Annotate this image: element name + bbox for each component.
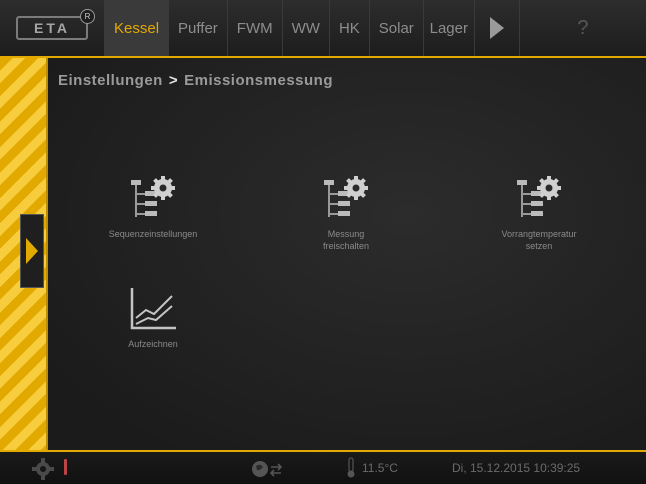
tile-enable-measurement[interactable]: Messung freischalten bbox=[271, 174, 421, 252]
app-screen: ETA R Kessel Puffer FWM WW HK Solar Lage… bbox=[0, 0, 646, 484]
tile-recording[interactable]: Aufzeichnen bbox=[78, 286, 228, 350]
tab-ww[interactable]: WW bbox=[281, 0, 329, 56]
alert-indicator bbox=[64, 459, 67, 475]
breadcrumb: Einstellungen > Emissionsmessung bbox=[58, 72, 333, 89]
outdoor-temperature: 11.5°C bbox=[362, 461, 398, 475]
gear-icon[interactable] bbox=[32, 458, 54, 483]
thermometer-icon bbox=[346, 457, 356, 482]
logo-text: ETA bbox=[34, 20, 70, 36]
breadcrumb-parent[interactable]: Einstellungen bbox=[58, 72, 163, 89]
logo-box: ETA R bbox=[16, 9, 95, 40]
settings-tree-icon bbox=[322, 174, 370, 222]
tab-fwm[interactable]: FWM bbox=[226, 0, 282, 56]
breadcrumb-current: Emissionsmessung bbox=[184, 72, 333, 89]
tile-label: Aufzeichnen bbox=[128, 339, 178, 349]
side-panel-toggle[interactable] bbox=[20, 214, 44, 288]
arrow-right-icon bbox=[26, 238, 38, 264]
tile-priority-temperature[interactable]: Vorrangtemperatur setzen bbox=[464, 174, 614, 252]
tab-lager[interactable]: Lager bbox=[422, 0, 474, 56]
network-globe-icon[interactable] bbox=[250, 458, 284, 483]
eta-logo[interactable]: ETA R bbox=[0, 0, 104, 56]
settings-tree-icon bbox=[129, 174, 177, 222]
arrow-right-icon bbox=[489, 17, 504, 39]
tab-puffer[interactable]: Puffer bbox=[168, 0, 227, 56]
main-panel: Einstellungen > Emissionsmessung Sequenz… bbox=[48, 58, 646, 450]
breadcrumb-separator: > bbox=[168, 72, 179, 89]
tile-label: Vorrangtemperatur setzen bbox=[501, 229, 577, 251]
line-chart-icon bbox=[128, 286, 178, 332]
date-time: Di, 15.12.2015 10:39:25 bbox=[452, 461, 581, 475]
settings-tree-icon bbox=[515, 174, 563, 222]
tab-scroll-right-button[interactable] bbox=[473, 0, 519, 56]
tab-solar[interactable]: Solar bbox=[368, 0, 423, 56]
top-tab-bar: ETA R Kessel Puffer FWM WW HK Solar Lage… bbox=[0, 0, 646, 58]
tile-sequence-settings[interactable]: Sequenzeinstellungen bbox=[78, 174, 228, 240]
tab-hk[interactable]: HK bbox=[328, 0, 369, 56]
status-bar: 11.5°C Di, 15.12.2015 10:39:25 bbox=[0, 450, 646, 484]
help-button[interactable]: ? bbox=[518, 0, 646, 56]
registered-mark: R bbox=[80, 9, 95, 24]
tile-label: Messung freischalten bbox=[322, 229, 370, 251]
tile-label: Sequenzeinstellungen bbox=[108, 229, 198, 239]
tab-kessel[interactable]: Kessel bbox=[104, 0, 169, 56]
